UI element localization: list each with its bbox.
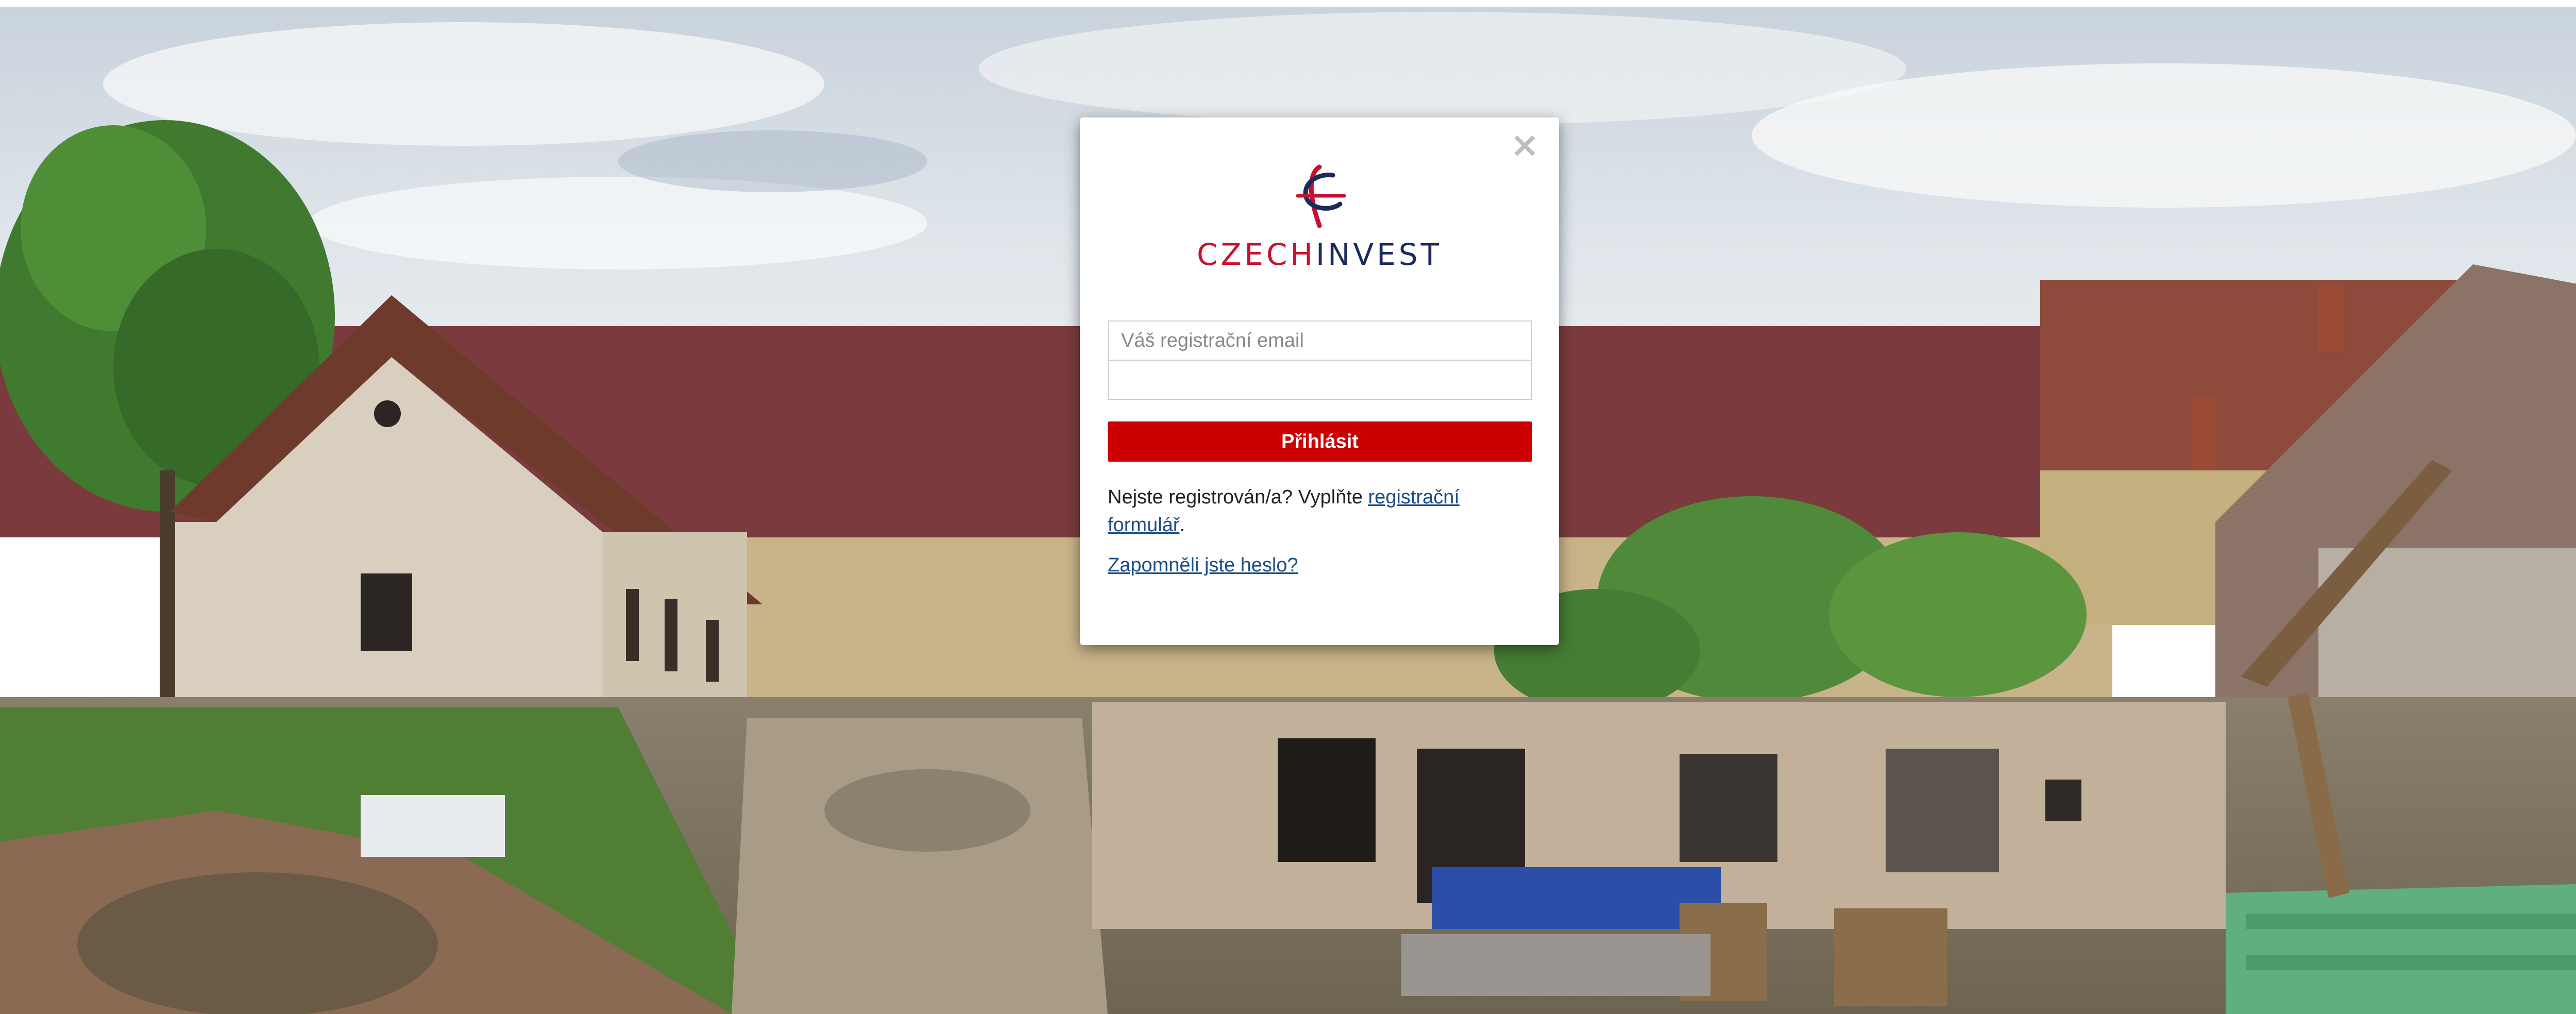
logo-text-czech: CZECH bbox=[1196, 237, 1316, 272]
register-prompt-text: Nejste registrován/a? Vyplňte bbox=[1108, 486, 1368, 508]
forgot-password-link[interactable]: Zapomněli jste heslo? bbox=[1108, 554, 1298, 576]
register-prompt: Nejste registrován/a? Vyplňte registračn… bbox=[1108, 483, 1532, 539]
login-modal: × CZECHINVEST Přihlásit Nejste registrov… bbox=[1080, 117, 1559, 645]
logo-wordmark: CZECHINVEST bbox=[1080, 237, 1559, 272]
logo-emblem-icon bbox=[1296, 164, 1346, 228]
close-icon[interactable]: × bbox=[1510, 128, 1539, 163]
register-prompt-suffix: . bbox=[1179, 514, 1185, 536]
forgot-password-row: Zapomněli jste heslo? bbox=[1108, 551, 1298, 579]
logo-text-invest: INVEST bbox=[1315, 237, 1443, 272]
email-field[interactable] bbox=[1108, 320, 1532, 361]
password-field[interactable] bbox=[1108, 360, 1532, 400]
login-button[interactable]: Přihlásit bbox=[1108, 421, 1532, 462]
czechinvest-logo: CZECHINVEST bbox=[1080, 163, 1559, 272]
login-page: × CZECHINVEST Přihlásit Nejste registrov… bbox=[0, 0, 2576, 1014]
